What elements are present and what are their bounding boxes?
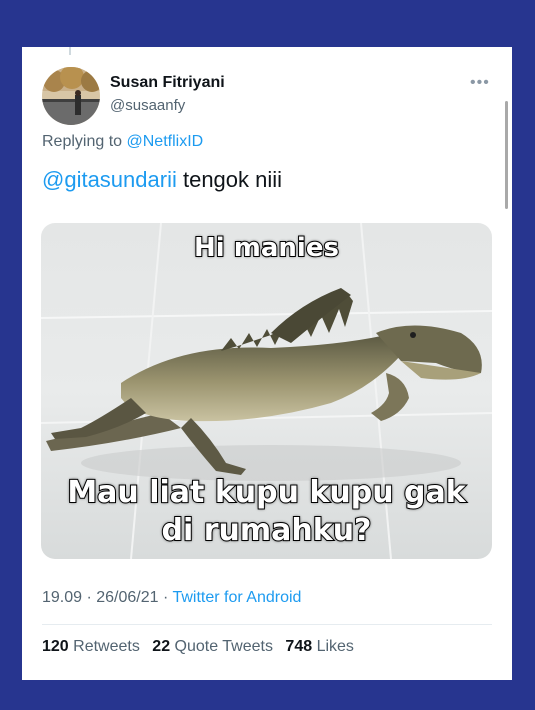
divider (42, 624, 492, 625)
meme-caption-top: Hi manies (193, 232, 340, 264)
avatar[interactable] (42, 67, 100, 125)
replying-prefix: Replying to (42, 133, 123, 150)
quote-tweets-stat[interactable]: 22 Quote Tweets (152, 638, 273, 655)
avatar-photo (42, 67, 100, 125)
author-handle[interactable]: @susaanfy (110, 97, 185, 114)
tweet-meta: 19.09 · 26/06/21 · Twitter for Android (42, 589, 301, 607)
likes-stat[interactable]: 748 Likes (285, 638, 354, 655)
tweet-source-link[interactable]: Twitter for Android (172, 589, 301, 606)
tweet-card: Susan Fitriyani @susaanfy ••• Replying t… (22, 47, 512, 680)
tweet-body: tengok niii (176, 167, 283, 192)
tweet-stats: 120 Retweets 22 Quote Tweets 748 Likes (42, 638, 362, 656)
replying-to-link[interactable]: @NetflixID (127, 133, 204, 150)
thread-connector-line (69, 47, 71, 55)
scrollbar[interactable] (505, 101, 508, 209)
likes-label: Likes (312, 638, 354, 655)
author-name[interactable]: Susan Fitriyani (110, 74, 225, 92)
tweet-text: @gitasundarii tengok niii (42, 167, 282, 193)
more-options-icon[interactable]: ••• (470, 74, 490, 92)
quote-tweets-label: Quote Tweets (170, 638, 273, 655)
meme-caption-bottom-line1: Mau liat kupu kupu gak (66, 474, 466, 511)
quote-tweets-count: 22 (152, 638, 171, 655)
tweet-timestamp[interactable]: 19.09 · 26/06/21 · (42, 589, 172, 606)
retweets-stat[interactable]: 120 Retweets (42, 638, 140, 655)
likes-count: 748 (285, 638, 313, 655)
tweet-media-image[interactable]: Hi manies Mau liat kupu kupu gak di ruma… (41, 223, 492, 559)
retweets-label: Retweets (68, 638, 140, 655)
retweets-count: 120 (42, 638, 69, 655)
meme-caption-bottom-line2: di rumahku? (161, 512, 373, 549)
tweet-mention-link[interactable]: @gitasundarii (42, 167, 177, 192)
replying-to-line: Replying to @NetflixID (42, 133, 203, 151)
